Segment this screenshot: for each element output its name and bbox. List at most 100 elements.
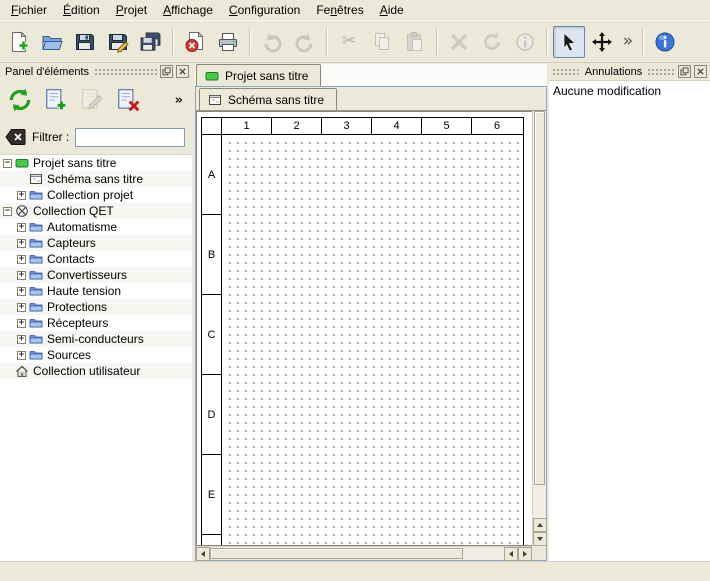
- scroll-up-button[interactable]: [533, 518, 547, 532]
- menu-projet[interactable]: Projet: [108, 0, 155, 20]
- close-icon: [178, 67, 187, 76]
- tree-item-contacts[interactable]: +Contacts: [0, 251, 192, 267]
- horizontal-scroll-thumb[interactable]: [210, 548, 463, 559]
- tree-expander-plus[interactable]: +: [17, 271, 26, 280]
- menu-affichage[interactable]: Affichage: [155, 0, 221, 20]
- ruler-row-B: B: [202, 215, 221, 295]
- menu-fichier[interactable]: Fichier: [3, 0, 55, 20]
- tree-item-collection-projet[interactable]: +Collection projet: [0, 187, 192, 203]
- properties-button[interactable]: [509, 26, 541, 58]
- clear-filter-button[interactable]: [5, 128, 26, 146]
- elements-toolbar-overflow-button[interactable]: »: [170, 94, 188, 107]
- tree-expander-plus[interactable]: +: [17, 351, 26, 360]
- cut-button[interactable]: ✂: [333, 26, 365, 58]
- elements-panel-titlebar[interactable]: Panel d'éléments: [0, 63, 192, 80]
- tree-item-collection-utilisateur[interactable]: Collection utilisateur: [0, 363, 192, 379]
- pan-mode-button[interactable]: [586, 26, 618, 58]
- menu-fenetres[interactable]: Fenêtres: [308, 0, 371, 20]
- tree-item-collection-qet[interactable]: −Collection QET: [0, 203, 192, 219]
- vertical-scroll-thumb[interactable]: [534, 111, 545, 485]
- menu-configuration[interactable]: Configuration: [221, 0, 308, 20]
- tree-expander-plus[interactable]: +: [17, 287, 26, 296]
- undo-panel-title: Annulations: [583, 66, 645, 78]
- scroll-down-button[interactable]: [533, 532, 547, 546]
- open-button[interactable]: [36, 26, 68, 58]
- tree-indent: [0, 339, 14, 340]
- new-element-button[interactable]: [40, 84, 72, 116]
- tree-expander-plus[interactable]: +: [17, 335, 26, 344]
- ruler-row-E: E: [202, 455, 221, 535]
- close-panel-button[interactable]: [694, 65, 707, 78]
- select-mode-button[interactable]: [553, 26, 585, 58]
- tree-expander-plus[interactable]: +: [17, 303, 26, 312]
- float-panel-button[interactable]: [160, 65, 173, 78]
- horizontal-scrollbar[interactable]: [196, 546, 532, 560]
- tree-item-projet-sans-titre[interactable]: −Projet sans titre: [0, 155, 192, 171]
- copy-button[interactable]: [366, 26, 398, 58]
- tree-indent: [0, 323, 14, 324]
- print-button[interactable]: [212, 26, 244, 58]
- tree-item-automatisme[interactable]: + Automatisme: [0, 219, 192, 235]
- close-panel-button[interactable]: [176, 65, 189, 78]
- vertical-scroll-track[interactable]: [533, 111, 546, 518]
- schema-icon: [29, 172, 43, 186]
- filter-input[interactable]: [75, 128, 185, 147]
- new-document-button[interactable]: [3, 26, 35, 58]
- delete-element-button[interactable]: [112, 84, 144, 116]
- tree-expander-minus[interactable]: −: [3, 207, 12, 216]
- tree-expander-plus[interactable]: +: [17, 223, 26, 232]
- tree-item-protections[interactable]: +Protections: [0, 299, 192, 315]
- reload-collections-button[interactable]: [4, 84, 36, 116]
- edit-element-button[interactable]: [76, 84, 108, 116]
- tree-expander-minus[interactable]: −: [3, 159, 12, 168]
- save-all-icon: [140, 31, 162, 53]
- tree-item-haute-tension[interactable]: +Haute tension: [0, 283, 192, 299]
- redo-button[interactable]: [289, 26, 321, 58]
- undo-panel: Annulations Aucune modification: [549, 63, 710, 561]
- undo-button[interactable]: [256, 26, 288, 58]
- about-button[interactable]: [649, 26, 681, 58]
- ruler-column-4: 4: [372, 118, 422, 134]
- tree-expander-plus[interactable]: +: [17, 239, 26, 248]
- tree-item-convertisseurs[interactable]: +Convertisseurs: [0, 267, 192, 283]
- menu-aide[interactable]: Aide: [372, 0, 412, 20]
- info-blue-icon: [654, 31, 676, 53]
- toolbar-separator: [172, 29, 174, 55]
- close-file-icon: [184, 31, 206, 53]
- ruler-column-3: 3: [322, 118, 372, 134]
- paste-button[interactable]: [399, 26, 431, 58]
- toolbar-overflow-button[interactable]: »: [619, 26, 637, 58]
- undo-history-list[interactable]: Aucune modification: [549, 80, 710, 561]
- tree-expander-plus[interactable]: +: [17, 255, 26, 264]
- project-tab-bar: Projet sans titre: [195, 64, 547, 86]
- tree-expander-plus[interactable]: +: [17, 191, 26, 200]
- diagram-view[interactable]: 123456 ABCDE: [196, 111, 532, 546]
- scroll-left-button[interactable]: [196, 547, 210, 561]
- ruler-column-1: 1: [222, 118, 272, 134]
- delete-button[interactable]: [443, 26, 475, 58]
- tree-expander-plus[interactable]: +: [17, 319, 26, 328]
- tree-item-schema-sans-titre[interactable]: Schéma sans titre: [0, 171, 192, 187]
- horizontal-scroll-track[interactable]: [210, 547, 504, 560]
- tree-item-capteurs[interactable]: +Capteurs: [0, 235, 192, 251]
- filter-row: Filtrer :: [0, 120, 192, 154]
- menu-bar: FichierÉditionProjetAffichageConfigurati…: [0, 0, 710, 21]
- tree-item-semi-conducteurs[interactable]: +Semi-conducteurs: [0, 331, 192, 347]
- scroll-right-button[interactable]: [518, 547, 532, 561]
- tree-item-sources[interactable]: +Sources: [0, 347, 192, 363]
- tab-schema[interactable]: Schéma sans titre: [199, 88, 337, 110]
- vertical-scrollbar[interactable]: [532, 111, 546, 546]
- save-all-button[interactable]: [135, 26, 167, 58]
- tree-item-label: Automatisme: [43, 220, 117, 234]
- ruler-row-A: A: [202, 135, 221, 215]
- float-panel-button[interactable]: [678, 65, 691, 78]
- menu-edition[interactable]: Édition: [55, 0, 108, 20]
- save-as-button[interactable]: [102, 26, 134, 58]
- tree-item-recepteurs[interactable]: +Récepteurs: [0, 315, 192, 331]
- close-button[interactable]: [179, 26, 211, 58]
- undo-panel-titlebar[interactable]: Annulations: [549, 63, 710, 80]
- save-button[interactable]: [69, 26, 101, 58]
- rotate-button[interactable]: [476, 26, 508, 58]
- tab-project[interactable]: Projet sans titre: [196, 64, 321, 86]
- scroll-left-button-2[interactable]: [504, 547, 518, 561]
